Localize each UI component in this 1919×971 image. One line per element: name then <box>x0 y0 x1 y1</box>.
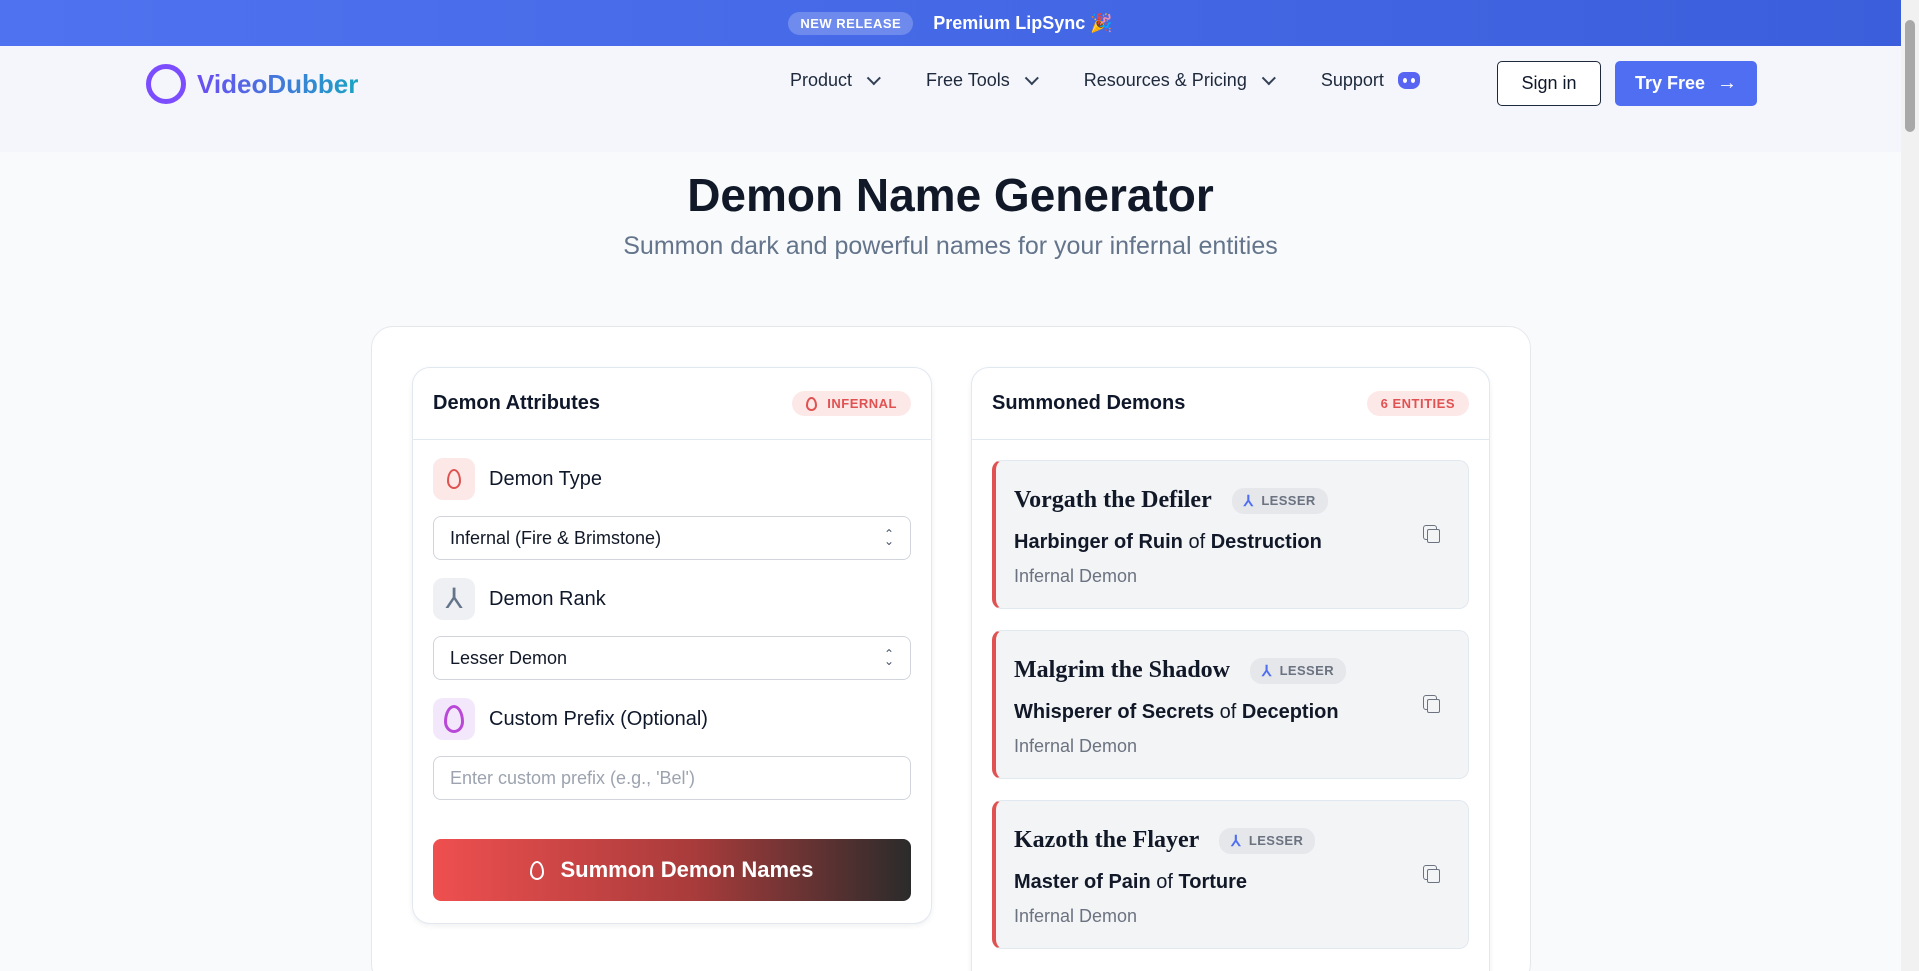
page-title: Demon Name Generator <box>687 169 1214 221</box>
page-scrollbar[interactable] <box>1901 0 1919 971</box>
demon-domain: Deception <box>1241 701 1339 723</box>
page-subtitle: Summon dark and powerful names for your … <box>623 232 1278 260</box>
demon-title-of: of <box>1219 701 1237 723</box>
custom-prefix-label: Custom Prefix (Optional) <box>433 698 708 740</box>
rank-icon: ⅄ <box>433 578 475 620</box>
demon-title: Harbinger of Ruin of Destruction <box>1014 531 1322 554</box>
demon-name: Vorgath the Defiler <box>1014 487 1212 513</box>
demon-role: Master of Pain <box>1014 871 1151 893</box>
demon-rank-label-text: Demon Rank <box>489 587 606 610</box>
nav-label: Free Tools <box>926 70 1010 90</box>
sign-in-button[interactable]: Sign in <box>1497 61 1601 106</box>
demon-role: Whisperer of Secrets <box>1014 701 1215 723</box>
demon-name: Kazoth the Flayer <box>1014 827 1200 853</box>
demon-title: Whisperer of Secrets of Deception <box>1014 701 1339 724</box>
demon-type-label-text: Demon Type <box>489 467 603 490</box>
release-banner[interactable]: NEW RELEASE Premium LipSync 🎉 <box>0 0 1901 46</box>
demon-type: Infernal Demon <box>1014 566 1138 586</box>
demon-card[interactable]: Vorgath the Defiler ⅄ LESSER Harbinger of… <box>992 460 1469 609</box>
demon-title: Master of Pain of Torture <box>1014 871 1247 894</box>
summon-button-label: Summon Demon Names <box>560 857 814 882</box>
demon-type-label: Demon Type <box>433 458 602 500</box>
rank-badge-label: LESSER <box>1279 663 1334 678</box>
demon-rank-value: Lesser Demon <box>450 647 568 668</box>
rank-badge: ⅄ LESSER <box>1219 827 1316 854</box>
summon-demon-names-button[interactable]: Summon Demon Names <box>433 839 911 901</box>
rank-badge: ⅄ LESSER <box>1231 487 1328 514</box>
support-label: Support <box>1320 70 1384 90</box>
chevron-down-icon <box>1024 70 1039 85</box>
demon-card[interactable]: Kazoth the Flayer ⅄ LESSER Master of Pain… <box>992 800 1469 949</box>
rank-icon: ⅄ <box>1231 832 1241 850</box>
nav-free-tools[interactable]: Free Tools <box>926 70 1039 91</box>
custom-prefix-placeholder: Enter custom prefix (e.g., 'Bel') <box>450 767 695 788</box>
attributes-header: Demon Attributes INFERNAL <box>413 368 931 440</box>
try-free-button[interactable]: Try Free → <box>1615 61 1757 106</box>
demon-type-value: Infernal (Fire & Brimstone) <box>450 527 662 548</box>
chevron-down-icon <box>1261 70 1276 85</box>
flame-icon <box>433 458 475 500</box>
demon-domain: Torture <box>1178 871 1248 893</box>
select-arrows-icon: ⌃ ⌄ <box>883 527 894 548</box>
demon-domain: Destruction <box>1210 531 1322 553</box>
demon-name-row: Malgrim the Shadow ⅄ LESSER <box>1014 657 1346 684</box>
copy-icon[interactable] <box>1423 525 1440 543</box>
results-title: Summoned Demons <box>992 392 1186 414</box>
demon-rank-select[interactable]: Lesser Demon ⌃ ⌄ <box>433 636 911 680</box>
scrollbar-thumb[interactable] <box>1905 20 1915 132</box>
site-header: VideoDubber Product Free Tools Resources… <box>0 46 1901 152</box>
new-release-badge: NEW RELEASE <box>788 11 914 35</box>
infernal-tag: INFERNAL <box>792 391 911 416</box>
demon-title-of: of <box>1156 871 1173 893</box>
nav-product[interactable]: Product <box>790 70 881 91</box>
generator-container: Demon Attributes INFERNAL Demon Type Inf… <box>371 326 1531 971</box>
arrow-right-icon: → <box>1717 72 1738 94</box>
demon-name: Malgrim the Shadow <box>1014 657 1230 683</box>
try-free-label: Try Free <box>1634 73 1706 93</box>
demon-title-of: of <box>1188 531 1206 553</box>
nav-resources-pricing[interactable]: Resources & Pricing <box>1083 70 1276 91</box>
demon-type: Infernal Demon <box>1014 736 1138 756</box>
nav-label: Resources & Pricing <box>1083 70 1247 90</box>
attributes-title: Demon Attributes <box>433 392 601 414</box>
rank-icon: ⅄ <box>1243 492 1254 510</box>
custom-prefix-label-text: Custom Prefix (Optional) <box>489 707 708 730</box>
demon-type-select[interactable]: Infernal (Fire & Brimstone) ⌃ ⌄ <box>433 516 911 560</box>
rank-badge: ⅄ LESSER <box>1250 657 1346 684</box>
main-nav: Product Free Tools Resources & Pricing S… <box>790 70 1420 91</box>
chevron-down-icon <box>866 70 881 85</box>
rank-badge-label: LESSER <box>1248 833 1304 848</box>
nav-support[interactable]: Support <box>1321 70 1420 91</box>
flame-icon <box>806 396 818 411</box>
demon-card[interactable]: Malgrim the Shadow ⅄ LESSER Whisperer of … <box>992 630 1469 779</box>
demon-role: Harbinger of Ruin <box>1014 531 1183 553</box>
copy-icon[interactable] <box>1423 695 1440 713</box>
logo-text: VideoDubber <box>197 68 359 99</box>
flame-icon <box>530 860 545 880</box>
demon-name-row: Kazoth the Flayer ⅄ LESSER <box>1014 827 1316 854</box>
flame-icon <box>433 698 475 740</box>
entities-count-badge: 6 ENTITIES <box>1366 391 1469 416</box>
discord-icon <box>1397 72 1420 89</box>
infernal-tag-label: INFERNAL <box>827 396 897 411</box>
promo-text[interactable]: Premium LipSync 🎉 <box>933 13 1112 34</box>
custom-prefix-input[interactable]: Enter custom prefix (e.g., 'Bel') <box>433 756 911 800</box>
logo[interactable]: VideoDubber <box>146 64 358 104</box>
rank-badge-label: LESSER <box>1261 493 1316 508</box>
logo-ring-icon <box>146 64 186 104</box>
results-header: Summoned Demons 6 ENTITIES <box>972 368 1489 440</box>
summoned-demons-panel: Summoned Demons 6 ENTITIES Vorgath the D… <box>971 367 1490 971</box>
demon-rank-label: ⅄ Demon Rank <box>433 578 606 620</box>
rank-icon: ⅄ <box>1262 662 1272 680</box>
demon-attributes-panel: Demon Attributes INFERNAL Demon Type Inf… <box>412 367 932 924</box>
nav-label: Product <box>790 70 853 90</box>
copy-icon[interactable] <box>1423 865 1440 883</box>
select-arrows-icon: ⌃ ⌄ <box>883 647 894 668</box>
demon-name-row: Vorgath the Defiler ⅄ LESSER <box>1014 487 1328 514</box>
demon-type: Infernal Demon <box>1014 906 1138 926</box>
